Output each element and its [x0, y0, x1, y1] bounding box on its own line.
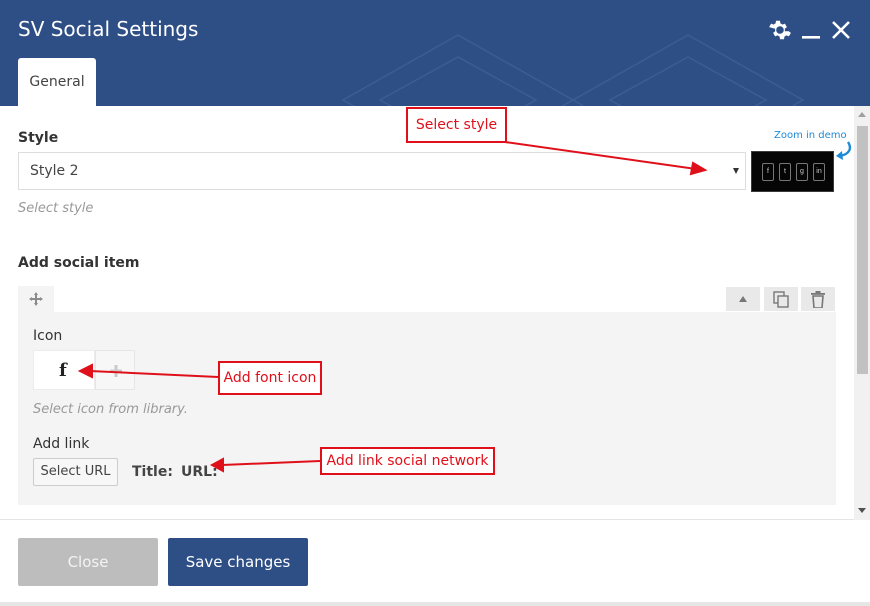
chevron-down-icon [733, 168, 739, 174]
preview-social-glyph: in [813, 163, 825, 181]
style-select[interactable]: Style 2 [18, 152, 746, 190]
scrollbar[interactable] [854, 106, 870, 520]
header-decoration [341, 34, 805, 106]
add-icon-button[interactable] [95, 350, 135, 390]
selected-icon-box[interactable]: f [33, 350, 95, 390]
preview-social-glyph: f [762, 163, 774, 181]
style-hint: Select style [18, 201, 94, 216]
window-title: SV Social Settings [18, 17, 199, 41]
scroll-up-icon[interactable] [858, 112, 866, 117]
duplicate-button[interactable] [764, 287, 798, 311]
preview-social-glyph: t [779, 163, 791, 181]
bottom-edge [0, 602, 870, 606]
tab-general[interactable]: General [18, 58, 96, 106]
icon-label: Icon [33, 328, 63, 344]
style-preview-thumbnail[interactable]: f t g in [751, 151, 834, 192]
annotation-add-link: Add link social network [320, 447, 495, 475]
url-label: URL: [181, 464, 218, 480]
minimize-icon[interactable] [799, 18, 823, 42]
icon-hint: Select icon from library. [33, 402, 188, 417]
style-select-value: Style 2 [30, 163, 79, 179]
plus-icon [110, 365, 122, 377]
preview-social-glyph: g [796, 163, 808, 181]
close-button[interactable]: Close [18, 538, 158, 586]
move-icon [29, 292, 43, 306]
scroll-down-icon[interactable] [858, 508, 866, 513]
gear-icon[interactable] [768, 18, 792, 42]
window-header: SV Social Settings General [0, 0, 870, 106]
scrollbar-thumb[interactable] [857, 126, 868, 374]
annotation-add-font-icon: Add font icon [218, 361, 322, 395]
title-label: Title: [132, 464, 173, 480]
add-social-item-label: Add social item [18, 255, 140, 271]
collapse-button[interactable] [726, 287, 760, 311]
delete-button[interactable] [801, 287, 835, 311]
drag-handle[interactable] [18, 286, 54, 312]
caret-up-icon [739, 296, 747, 302]
copy-icon [773, 291, 789, 308]
save-changes-button[interactable]: Save changes [168, 538, 308, 586]
add-link-label: Add link [33, 436, 90, 452]
curved-arrow-icon [836, 141, 852, 160]
close-icon[interactable] [829, 18, 853, 42]
facebook-icon: f [59, 360, 67, 381]
trash-icon [811, 291, 825, 308]
annotation-select-style: Select style [406, 107, 507, 143]
select-url-button[interactable]: Select URL [33, 458, 118, 486]
style-label: Style [18, 130, 59, 146]
